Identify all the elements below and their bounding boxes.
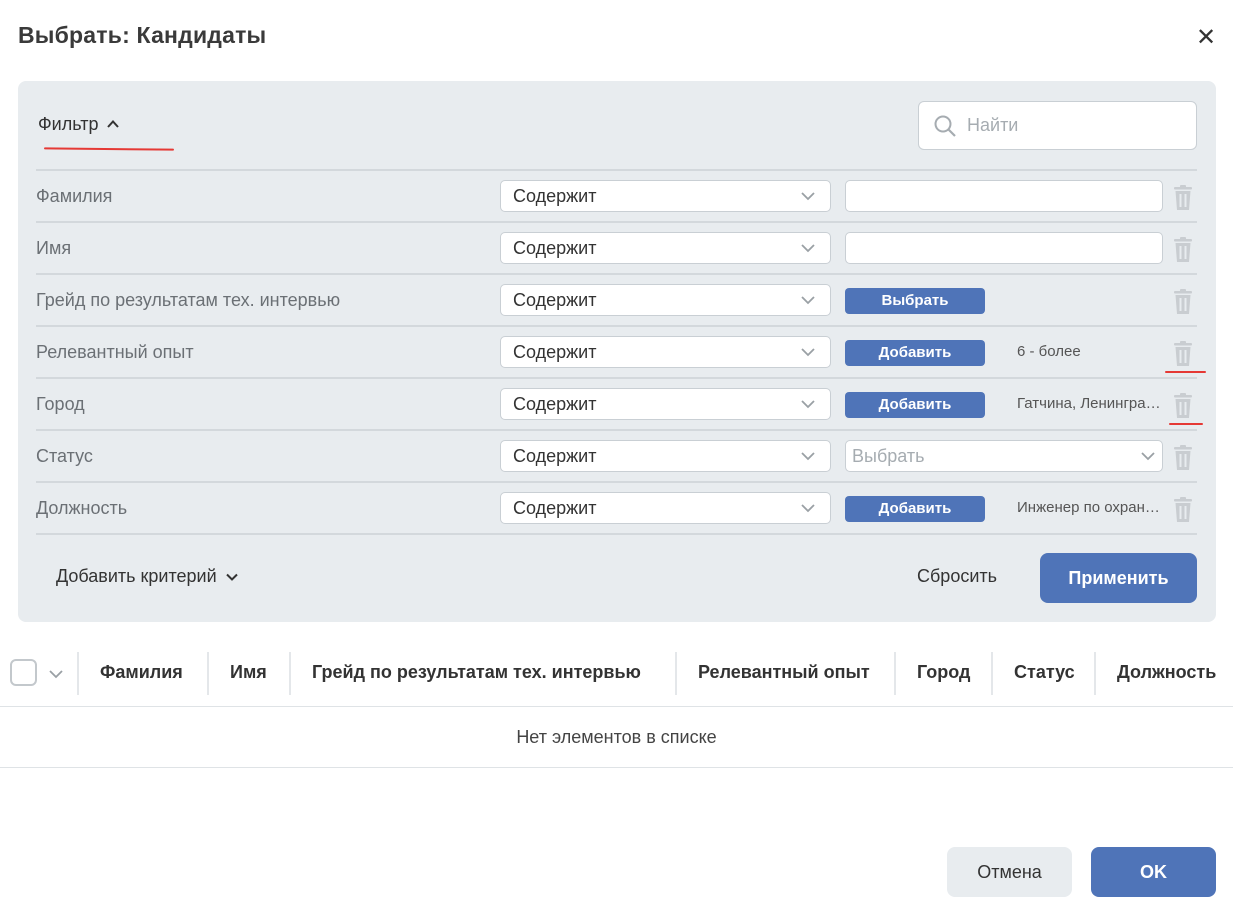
filter-row-experience: Релевантный опыт Содержит Добавить 6 - б… [36,327,1197,379]
add-criterion-label: Добавить критерий [56,566,217,586]
filter-row-label: Город [36,394,85,414]
column-divider[interactable] [207,652,209,695]
cancel-button[interactable]: Отмена [947,847,1072,897]
condition-value: Содержит [513,342,597,362]
chevron-down-icon [1141,452,1155,461]
condition-select[interactable]: Содержит [500,232,831,264]
trash-icon[interactable] [1172,497,1194,523]
column-divider[interactable] [894,652,896,695]
column-header-position[interactable]: Должность [1117,662,1216,683]
filter-row-name: Имя Содержит [36,223,1197,275]
condition-select[interactable]: Содержит [500,388,831,420]
condition-select[interactable]: Содержит [500,440,831,472]
ok-button[interactable]: OK [1091,847,1216,897]
trash-icon[interactable] [1172,393,1194,419]
search-icon [934,115,956,137]
filter-row-grade: Грейд по результатам тех. интервью Содер… [36,275,1197,327]
column-header-experience[interactable]: Релевантный опыт [698,662,870,683]
chevron-down-icon [801,348,815,357]
column-header-status[interactable]: Статус [1014,662,1075,683]
selected-values: Инженер по охране труда [1017,499,1163,516]
trash-icon[interactable] [1172,445,1194,471]
chevron-down-icon [801,244,815,253]
chevron-down-icon[interactable] [48,668,64,680]
status-select-placeholder: Выбрать [852,446,925,466]
empty-list-message: Нет элементов в списке [0,707,1233,768]
column-divider[interactable] [1094,652,1096,695]
value-input[interactable] [845,180,1163,212]
select-values-button[interactable]: Выбрать [845,288,985,314]
annotation-underline [1165,371,1206,373]
add-value-button[interactable]: Добавить [845,392,985,418]
condition-value: Содержит [513,186,597,206]
dialog-title: Выбрать: Кандидаты [18,22,267,48]
column-header-name[interactable]: Имя [230,662,267,683]
condition-select[interactable]: Содержит [500,284,831,316]
add-value-button[interactable]: Добавить [845,496,985,522]
filter-row-label: Имя [36,238,72,258]
reset-button[interactable]: Сбросить [917,566,997,587]
filter-row-status: Статус Содержит Выбрать [36,431,1197,483]
filter-row-position: Должность Содержит Добавить Инженер по о… [36,483,1197,535]
filter-row-label: Должность [36,498,128,518]
search-box[interactable] [918,101,1197,150]
trash-icon[interactable] [1172,341,1194,367]
filter-toggle[interactable]: Фильтр [38,106,120,142]
selected-values: 6 - более [1017,343,1081,360]
selected-values: Гатчина, Ленинградская область [1017,395,1163,412]
select-all-checkbox[interactable] [10,659,37,686]
condition-value: Содержит [513,290,597,310]
condition-select[interactable]: Содержит [500,180,831,212]
column-header-city[interactable]: Город [917,662,970,683]
condition-value: Содержит [513,498,597,518]
condition-select[interactable]: Содержит [500,492,831,524]
filter-row-city: Город Содержит Добавить Гатчина, Ленингр… [36,379,1197,431]
status-select[interactable]: Выбрать [845,440,1163,472]
add-criterion-button[interactable]: Добавить критерий [56,566,239,587]
apply-button[interactable]: Применить [1040,553,1197,603]
chevron-down-icon [801,400,815,409]
add-value-button[interactable]: Добавить [845,340,985,366]
filter-row-label: Статус [36,446,93,466]
column-header-surname[interactable]: Фамилия [100,662,183,683]
column-divider[interactable] [77,652,79,695]
trash-icon[interactable] [1172,289,1194,315]
filter-rows: Фамилия Содержит Имя Содержит Грейд по р… [36,169,1197,535]
filter-row-surname: Фамилия Содержит [36,171,1197,223]
trash-icon[interactable] [1172,185,1194,211]
condition-select[interactable]: Содержит [500,336,831,368]
search-input[interactable] [967,115,1187,136]
chevron-down-icon [801,192,815,201]
column-divider[interactable] [991,652,993,695]
chevron-down-icon [225,573,238,581]
close-icon[interactable]: ✕ [1192,24,1220,52]
column-divider[interactable] [675,652,677,695]
chevron-down-icon [801,452,815,461]
chevron-down-icon [801,296,815,305]
annotation-underline [1169,423,1203,425]
chevron-up-icon [107,120,120,128]
column-header-grade[interactable]: Грейд по результатам тех. интервью [312,662,641,683]
value-input[interactable] [845,232,1163,264]
filter-row-label: Фамилия [36,186,113,206]
filter-row-label: Релевантный опыт [36,342,194,362]
trash-icon[interactable] [1172,237,1194,263]
filter-row-label: Грейд по результатам тех. интервью [36,290,341,310]
condition-value: Содержит [513,238,597,258]
condition-value: Содержит [513,394,597,414]
chevron-down-icon [801,504,815,513]
filter-toggle-label: Фильтр [38,113,99,134]
column-divider[interactable] [289,652,291,695]
condition-value: Содержит [513,446,597,466]
